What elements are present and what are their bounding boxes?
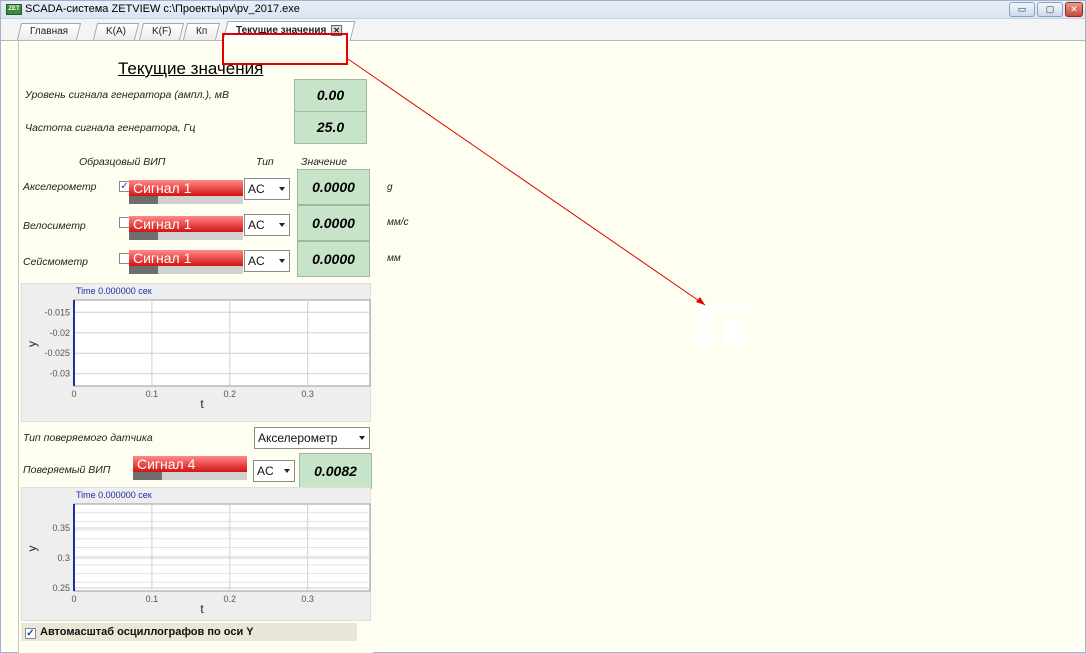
x-tick-label: 0.2 (224, 389, 237, 399)
signal-label: Сигнал 4 (133, 456, 247, 472)
chevron-down-icon (359, 436, 365, 440)
select-value: AC (248, 254, 265, 268)
tested-sensor-label: Поверяемый ВИП (23, 464, 111, 476)
plot-title: Time 0.000000 сек (76, 286, 152, 296)
select-value: AC (248, 218, 265, 232)
x-tick-label: 0.1 (146, 594, 159, 604)
chevron-down-icon (279, 259, 285, 263)
select-value: Акселерометр (258, 431, 338, 445)
generator-level-value: 0.00 (294, 79, 367, 112)
signal-level-fill (133, 472, 162, 480)
y-tick-label: 0.3 (57, 553, 70, 563)
x-tick-label: 0 (71, 594, 76, 604)
y-tick-label: -0.03 (49, 369, 70, 379)
signal-level-fill (129, 196, 158, 204)
signal-label: Сигнал 1 (129, 250, 243, 266)
col-header-reference: Образцовый ВИП (79, 156, 166, 168)
accelerometer-unit: g (387, 182, 393, 193)
window-controls: ▭ ▢ ✕ (1009, 2, 1083, 18)
close-button[interactable]: ✕ (1065, 2, 1083, 17)
x-axis-label: t (200, 397, 204, 411)
oscilloscope-plot-reference-svg: 0 0.1 0.2 0.3 -0.015 -0.02 -0.025 -0.03 Time 0.0… (25, 286, 371, 411)
x-tick-label: 0.3 (301, 389, 314, 399)
y-tick-label: 0.35 (52, 523, 70, 533)
signal-level-fill (129, 266, 158, 274)
col-header-value: Значение (301, 156, 348, 168)
tab-kf-label: K(F) (152, 26, 172, 37)
tested-value: 0.0082 (299, 453, 372, 489)
autoscale-label: Автомасштаб осциллографов по оси Y (40, 626, 254, 638)
oscilloscope-plot-tested-svg: 0 0.1 0.2 0.3 0.35 0.3 0.25 Time 0.000000 сек t y (25, 490, 371, 616)
y-tick-label: -0.02 (49, 328, 70, 338)
generator-freq-label: Частота сигнала генератора, Гц (25, 122, 196, 134)
minimize-button[interactable]: ▭ (1009, 2, 1035, 17)
x-tick-label: 0.2 (224, 594, 237, 604)
y-axis-label: y (25, 546, 39, 552)
tab-ka-label: K(A) (106, 26, 126, 37)
oscilloscope-plot-reference: 0 0.1 0.2 0.3 -0.015 -0.02 -0.025 -0.03 Time 0.0… (21, 283, 371, 422)
row-label-accelerometer: Акселерометр (23, 181, 97, 193)
y-tick-label: -0.025 (44, 348, 70, 358)
row-label-seismometer: Сейсмометр (23, 256, 88, 268)
signal-label: Сигнал 1 (129, 216, 243, 232)
select-value: AC (248, 182, 265, 196)
velocimeter-value: 0.0000 (297, 205, 370, 241)
tab-kf[interactable]: K(F) (138, 23, 185, 40)
y-tick-label: -0.015 (44, 307, 70, 317)
tab-kp-label: Кп (196, 26, 208, 37)
sensor-type-label: Тип поверяемого датчика (23, 432, 153, 444)
velocimeter-signal-input[interactable]: Сигнал 1 (129, 216, 243, 240)
zetview-app-icon: ZET (6, 4, 22, 15)
placeholder-block (697, 306, 711, 345)
sensor-type-select[interactable]: Акселерометр (254, 427, 370, 449)
chevron-down-icon (284, 469, 290, 473)
annotation-highlight-box (222, 33, 348, 65)
chevron-down-icon (279, 187, 285, 191)
velocimeter-type-select[interactable]: AC (244, 214, 290, 236)
tab-main[interactable]: Главная (16, 23, 82, 40)
signal-label: Сигнал 1 (129, 180, 243, 196)
plot-area (73, 299, 371, 387)
row-label-velocimeter: Велосиметр (23, 220, 86, 232)
seismometer-unit: мм (387, 253, 401, 264)
window-title: SCADA-система ZETVIEW c:\Проекты\pv\pv_2… (25, 3, 300, 15)
plot-title: Time 0.000000 сек (76, 490, 152, 500)
y-tick-label: 0.25 (52, 583, 70, 593)
maximize-button[interactable]: ▢ (1037, 2, 1063, 17)
tab-ka[interactable]: K(A) (92, 23, 140, 40)
y-axis-label: y (25, 341, 39, 347)
select-value: AC (257, 464, 274, 478)
col-header-type: Тип (256, 156, 274, 168)
velocimeter-unit: мм/с (387, 217, 409, 228)
seismometer-type-select[interactable]: AC (244, 250, 290, 272)
x-tick-label: 0 (71, 389, 76, 399)
signal-level-fill (129, 232, 158, 240)
generator-level-label: Уровень сигнала генератора (ампл.), мВ (25, 89, 229, 101)
x-tick-label: 0.1 (146, 389, 159, 399)
accelerometer-signal-input[interactable]: Сигнал 1 (129, 180, 243, 204)
tab-strip: Главная K(A) K(F) Кп Текущие значения ✕ (1, 19, 1085, 48)
seismometer-signal-input[interactable]: Сигнал 1 (129, 250, 243, 274)
tested-signal-input[interactable]: Сигнал 4 (133, 456, 247, 480)
tested-type-select[interactable]: AC (253, 460, 295, 482)
placeholder-block (723, 319, 743, 345)
generator-freq-value: 25.0 (294, 111, 367, 144)
seismometer-value: 0.0000 (297, 241, 370, 277)
x-tick-label: 0.3 (301, 594, 314, 604)
x-axis-label: t (200, 602, 204, 616)
autoscale-option[interactable]: ✓ Автомасштаб осциллографов по оси Y (21, 623, 357, 641)
accelerometer-type-select[interactable]: AC (244, 178, 290, 200)
accelerometer-value: 0.0000 (297, 169, 370, 205)
tab-kp[interactable]: Кп (182, 23, 221, 40)
oscilloscope-plot-tested: 0 0.1 0.2 0.3 0.35 0.3 0.25 Time 0.000000 сек t y (21, 487, 371, 621)
autoscale-checkbox[interactable]: ✓ (25, 628, 36, 639)
chevron-down-icon (279, 223, 285, 227)
title-bar: ZET SCADA-система ZETVIEW c:\Проекты\pv\… (1, 1, 1085, 19)
app-window: ZET SCADA-система ZETVIEW c:\Проекты\pv\… (0, 0, 1086, 653)
tab-main-label: Главная (30, 26, 69, 37)
